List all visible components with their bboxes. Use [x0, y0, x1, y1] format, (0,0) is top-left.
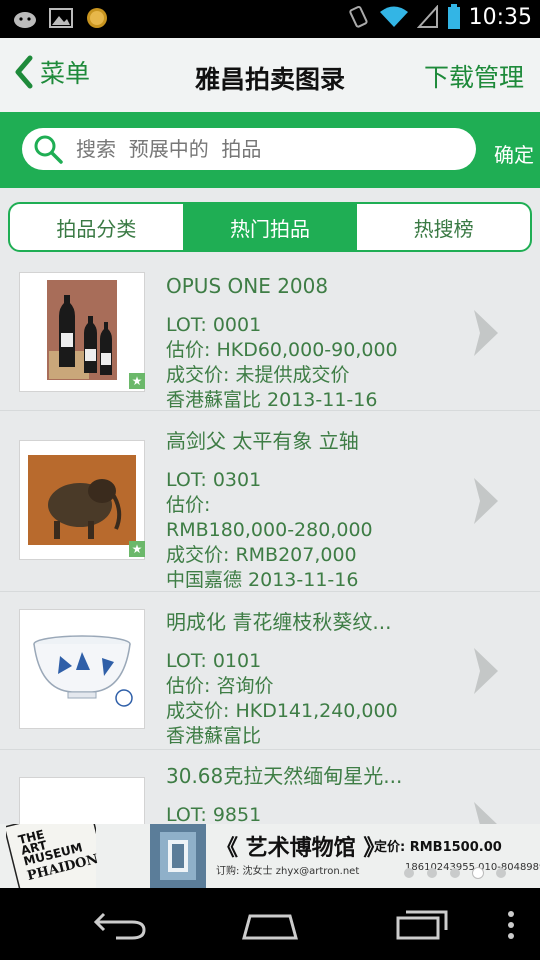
download-manager-button[interactable]: 下载管理 [424, 58, 524, 94]
list-item[interactable]: ★ 高剑父 太平有象 立轴 LOT: 0301 估价: RMB180,000-2… [0, 411, 540, 592]
carousel-dot[interactable] [450, 868, 460, 878]
android-notification-icon [14, 12, 36, 28]
item-lot: LOT: 0001 [166, 314, 262, 336]
system-nav-bar [0, 888, 540, 960]
item-name: OPUS ONE 2008 [166, 274, 329, 298]
item-auction-house: 中国嘉德 2013-11-16 [166, 569, 359, 591]
item-info: 30.68克拉天然缅甸星光... LOT: 9851 [166, 764, 402, 824]
top-bar: 菜单 雅昌拍卖图录 下载管理 [0, 38, 540, 112]
chevron-right-icon[interactable] [470, 476, 504, 526]
ad-contact: 订购: 沈女士 zhyx@artron.net [216, 866, 360, 877]
porcelain-bowl-image [33, 635, 133, 707]
item-info: 明成化 青花缠枝秋葵纹... LOT: 0101 估价: 咨询价 成交价: HK… [166, 610, 398, 749]
carousel-dot[interactable] [496, 868, 506, 878]
search-input[interactable] [74, 136, 448, 162]
ad-price: 定价: RMB1500.00 [374, 840, 502, 855]
gallery-notification-icon [49, 8, 73, 28]
item-lot: LOT: 9851 [166, 804, 262, 824]
search-bar: 确定 [0, 112, 540, 188]
item-price: 成交价: RMB207,000 [166, 544, 357, 566]
ad-title: 《 艺术博物馆 》 [216, 836, 386, 861]
painting-image [28, 455, 136, 545]
category-tabs: 拍品分类 热门拍品 热搜榜 [8, 202, 532, 252]
favorite-star-icon[interactable]: ★ [129, 373, 145, 389]
clock-time: 10:35 [468, 4, 532, 30]
item-name: 30.68克拉天然缅甸星光... [166, 764, 403, 788]
lot-list[interactable]: ★ OPUS ONE 2008 LOT: 0001 估价: HKD60,000-… [0, 258, 540, 824]
favorite-star-icon[interactable]: ★ [129, 541, 145, 557]
item-estimate: 估价: [166, 494, 211, 516]
item-info: 高剑父 太平有象 立轴 LOT: 0301 估价: RMB180,000-280… [166, 429, 373, 593]
carousel-dot-active[interactable] [473, 868, 483, 878]
item-name: 高剑父 太平有象 立轴 [166, 429, 359, 453]
signal-icon [416, 5, 438, 28]
item-thumbnail [20, 778, 144, 824]
item-thumbnail [20, 610, 144, 728]
item-lot: LOT: 0301 [166, 469, 262, 491]
tab-hot-search[interactable]: 热搜榜 [356, 204, 530, 250]
tab-categories[interactable]: 拍品分类 [10, 204, 183, 250]
carousel-dot[interactable] [404, 868, 414, 878]
item-estimate-value: RMB180,000-280,000 [166, 519, 373, 541]
item-thumbnail: ★ [20, 273, 145, 391]
chevron-right-icon[interactable] [470, 800, 504, 824]
home-nav-icon[interactable] [240, 910, 300, 940]
carousel-indicator [404, 868, 506, 878]
recents-nav-icon[interactable] [394, 906, 450, 942]
search-icon [34, 135, 63, 164]
tab-hot-items[interactable]: 热门拍品 [182, 204, 357, 250]
item-price: 成交价: 未提供成交价 [166, 364, 350, 386]
item-price: 成交价: HKD141,240,000 [166, 700, 398, 722]
ad-image [150, 824, 206, 888]
wine-bottles-image [47, 280, 117, 380]
item-name: 明成化 青花缠枝秋葵纹... [166, 610, 392, 634]
item-thumbnail: ★ [20, 441, 145, 559]
status-bar: 10:35 [0, 0, 540, 38]
carousel-dot[interactable] [427, 868, 437, 878]
list-item[interactable]: ★ OPUS ONE 2008 LOT: 0001 估价: HKD60,000-… [0, 258, 540, 411]
ad-banner[interactable]: THE ART MUSEUM PHAIDON 《 艺术博物馆 》 定价: RMB… [0, 824, 540, 888]
list-item[interactable]: 明成化 青花缠枝秋葵纹... LOT: 0101 估价: 咨询价 成交价: HK… [0, 592, 540, 750]
museum-frame-icon [160, 832, 196, 880]
chevron-right-icon[interactable] [470, 308, 504, 358]
item-estimate: 估价: 咨询价 [166, 675, 274, 697]
back-nav-icon[interactable] [92, 910, 148, 940]
wifi-icon [379, 6, 408, 27]
item-auction-house: 香港蘇富比 2013-11-16 [166, 389, 378, 411]
item-lot: LOT: 0101 [166, 650, 262, 672]
item-info: OPUS ONE 2008 LOT: 0001 估价: HKD60,000-90… [166, 274, 398, 413]
item-estimate: 估价: HKD60,000-90,000 [166, 339, 398, 361]
item-auction-house: 香港蘇富比 [166, 725, 262, 747]
vibrate-icon [348, 5, 368, 28]
chevron-right-icon[interactable] [470, 646, 504, 696]
search-box [22, 128, 476, 170]
battery-icon [447, 4, 460, 29]
confirm-button[interactable]: 确定 [494, 139, 534, 168]
overflow-menu-icon[interactable] [506, 910, 516, 940]
list-item[interactable]: 30.68克拉天然缅甸星光... LOT: 9851 [0, 750, 540, 824]
app-notification-icon [87, 8, 107, 28]
